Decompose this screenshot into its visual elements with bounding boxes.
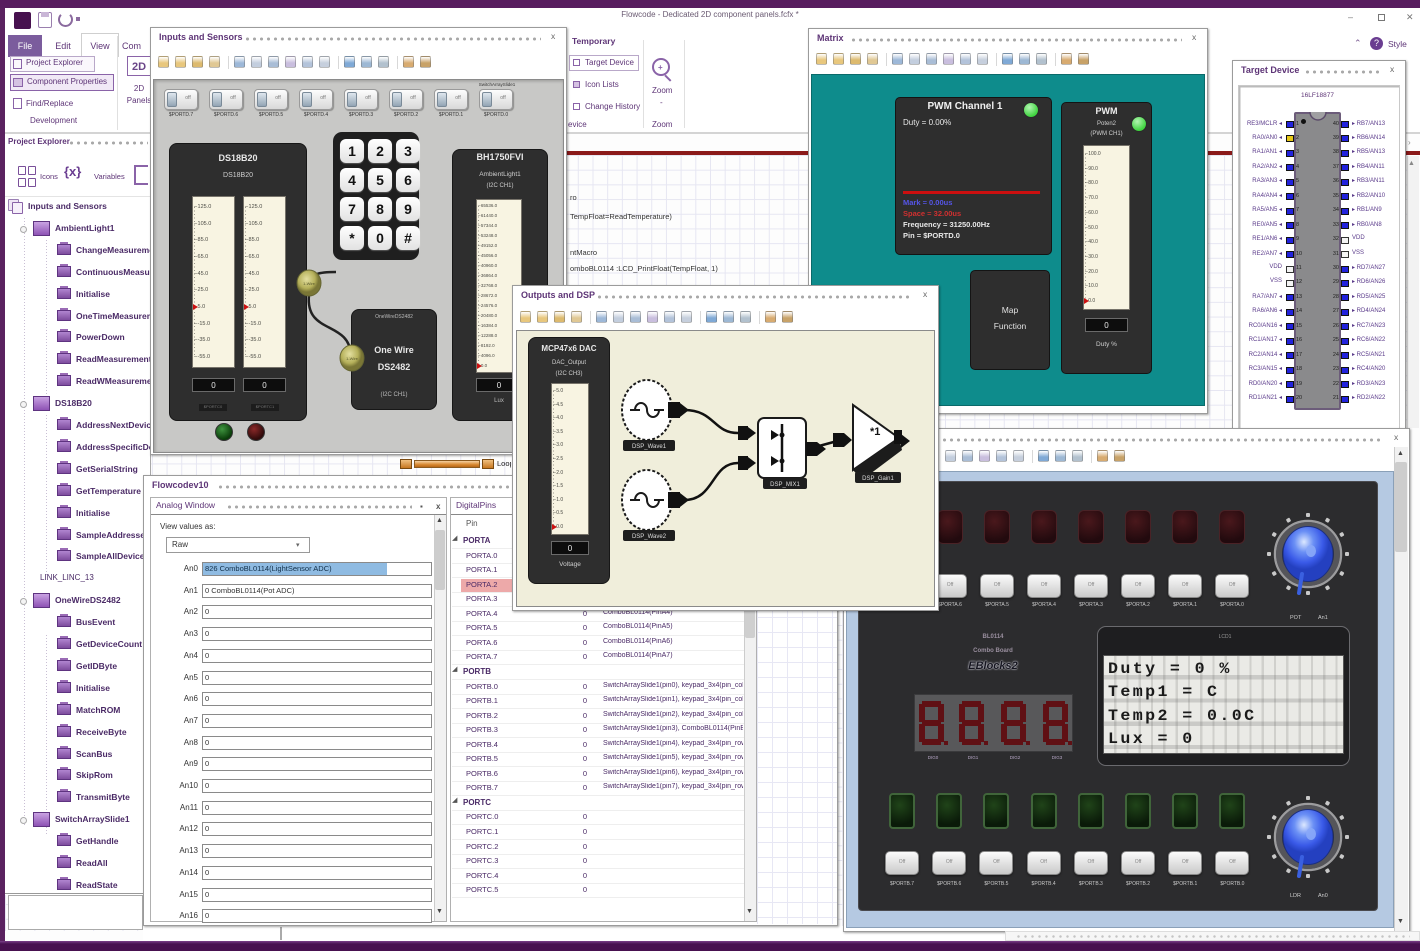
svg-text:*1: *1: [870, 426, 880, 438]
svg-text:1-Wire: 1-Wire: [346, 356, 359, 361]
svg-text:DSP_Wave2: DSP_Wave2: [632, 534, 667, 540]
svg-text:DSP_Gain1: DSP_Gain1: [862, 476, 894, 482]
svg-text:DSP_Wave1: DSP_Wave1: [632, 444, 667, 450]
svg-text:1-Wire: 1-Wire: [303, 281, 316, 286]
svg-text:DSP_MIX1: DSP_MIX1: [770, 482, 800, 488]
